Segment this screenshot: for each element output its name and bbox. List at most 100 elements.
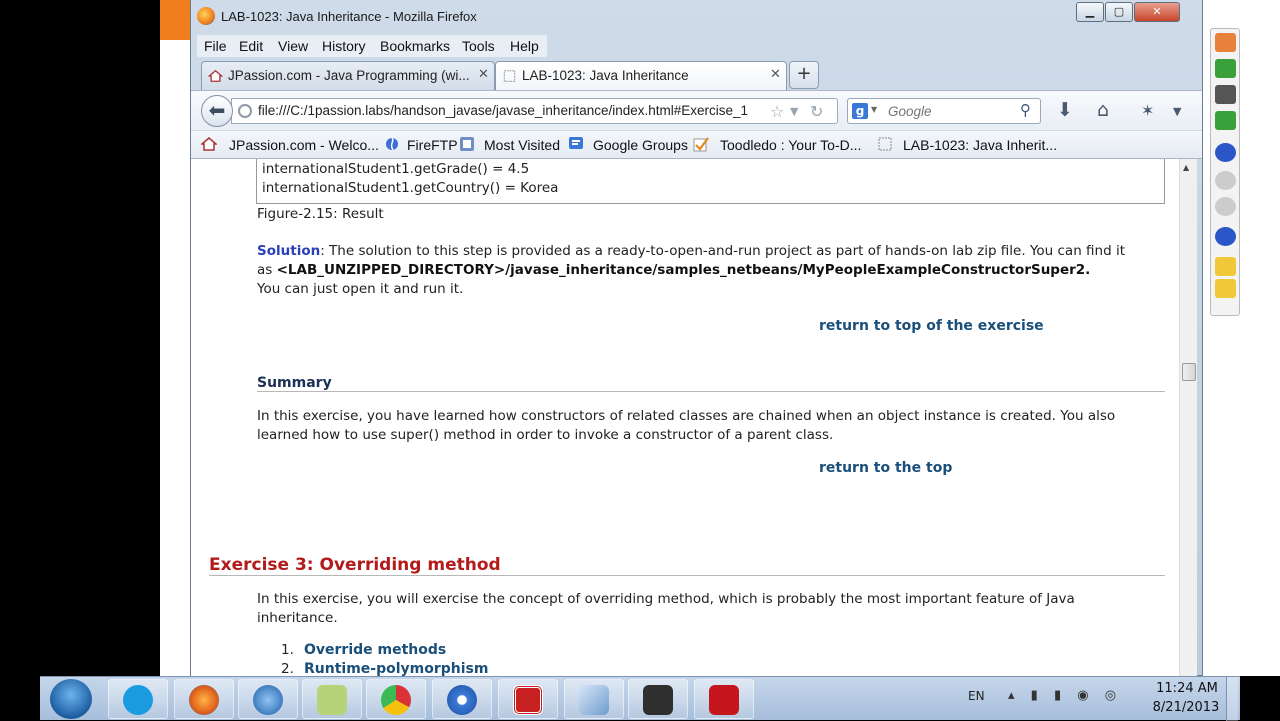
bookmark-toodledo[interactable]: Toodledo : Your To-D... bbox=[720, 137, 861, 153]
list-number: 2. bbox=[281, 661, 294, 676]
addon-icon[interactable]: ✶ bbox=[1141, 101, 1154, 120]
flower-app[interactable] bbox=[432, 679, 492, 719]
menu-icon[interactable]: ▼ bbox=[1173, 105, 1181, 118]
scrollbar-thumb[interactable] bbox=[1182, 363, 1196, 381]
close-button[interactable]: ✕ bbox=[1134, 2, 1180, 22]
notes-app[interactable] bbox=[302, 679, 362, 719]
thunderbird-app[interactable] bbox=[238, 679, 298, 719]
exercise3-paragraph: In this exercise, you will exercise the … bbox=[257, 590, 1167, 628]
back-arrow-icon[interactable] bbox=[1215, 33, 1236, 52]
star-icon[interactable]: ☆ bbox=[770, 102, 784, 121]
search-icon[interactable]: ⚲ bbox=[1020, 101, 1031, 119]
acrobat-app[interactable] bbox=[694, 679, 754, 719]
screen-icon[interactable] bbox=[1215, 111, 1236, 130]
figure-caption: Figure-2.15: Result bbox=[257, 206, 384, 222]
red-app[interactable] bbox=[498, 679, 558, 719]
tab-label: LAB-1023: Java Inheritance bbox=[522, 68, 689, 83]
divider bbox=[209, 575, 1165, 576]
bookmark-fireftp[interactable]: FireFTP bbox=[407, 137, 458, 153]
home-icon[interactable]: ⌂ bbox=[1097, 99, 1109, 121]
search-dropdown-icon[interactable]: ▼ bbox=[871, 105, 877, 114]
skype-icon bbox=[123, 685, 153, 715]
google-groups-icon bbox=[569, 137, 583, 149]
menu-edit[interactable]: Edit bbox=[239, 38, 263, 54]
code-line: internationalStudent1.getCountry() = Kor… bbox=[262, 180, 559, 196]
return-to-exercise-link[interactable]: return to top of the exercise bbox=[819, 318, 1044, 334]
house-icon bbox=[208, 69, 223, 82]
search-bar[interactable]: g ▼ ⚲ bbox=[847, 98, 1041, 124]
google-icon[interactable]: g bbox=[852, 103, 868, 119]
url-text[interactable]: file:///C:/1passion.labs/handson_javase/… bbox=[258, 103, 748, 118]
clock-time[interactable]: 11:24 AM bbox=[1152, 681, 1222, 696]
result-box: internationalStudent1.getGrade() = 4.5 i… bbox=[256, 159, 1165, 204]
title-bar[interactable]: LAB-1023: Java Inheritance - Mozilla Fir… bbox=[191, 0, 1202, 34]
tab-close-icon[interactable]: ✕ bbox=[770, 67, 781, 82]
tab-close-icon[interactable]: ✕ bbox=[478, 67, 489, 82]
usb-app[interactable] bbox=[628, 679, 688, 719]
solution-as: as bbox=[257, 262, 277, 278]
pause-icon[interactable] bbox=[1215, 143, 1236, 162]
solution-path: <LAB_UNZIPPED_DIRECTORY>/javase_inherita… bbox=[276, 262, 1091, 278]
vertical-scrollbar[interactable]: ▲ bbox=[1179, 159, 1197, 676]
navigation-bar: file:///C:/1passion.labs/handson_javase/… bbox=[191, 90, 1202, 130]
minimize-button[interactable]: ▁ bbox=[1076, 2, 1104, 22]
new-tab-button[interactable]: + bbox=[789, 61, 819, 89]
solution-text-2: You can just open it and run it. bbox=[257, 281, 464, 297]
url-bar[interactable]: file:///C:/1passion.labs/handson_javase/… bbox=[231, 98, 838, 124]
cube-icon bbox=[579, 685, 609, 715]
exercise3-text: inheritance. bbox=[257, 610, 338, 626]
dropdown-icon[interactable]: ▼ bbox=[790, 105, 798, 118]
hand-icon[interactable] bbox=[1215, 257, 1236, 276]
help-icon[interactable] bbox=[1215, 279, 1236, 298]
tab-label: JPassion.com - Java Programming (wi... bbox=[228, 68, 470, 83]
override-methods-link[interactable]: Override methods bbox=[304, 642, 446, 658]
menu-history[interactable]: History bbox=[322, 38, 366, 54]
bookmarks-toolbar: JPassion.com - Welco... FireFTP Most Vis… bbox=[191, 131, 1202, 159]
search-input[interactable] bbox=[888, 102, 1018, 120]
bookmark-lab1023[interactable]: LAB-1023: Java Inherit... bbox=[903, 137, 1057, 153]
globe-icon bbox=[238, 104, 252, 118]
bookmark-jpassion[interactable]: JPassion.com - Welco... bbox=[229, 137, 379, 153]
camera-icon[interactable] bbox=[1215, 85, 1236, 104]
firefox-window: LAB-1023: Java Inheritance - Mozilla Fir… bbox=[190, 0, 1203, 676]
download-icon[interactable]: ⬇ bbox=[1057, 99, 1073, 121]
tab-lab1023[interactable]: LAB-1023: Java Inheritance ✕ bbox=[495, 61, 787, 90]
menu-view[interactable]: View bbox=[278, 38, 308, 54]
pen-icon[interactable] bbox=[1215, 227, 1236, 246]
menu-help[interactable]: Help bbox=[510, 38, 539, 54]
runtime-polymorphism-link[interactable]: Runtime-polymorphism bbox=[304, 661, 488, 676]
checkbox-icon bbox=[693, 137, 709, 152]
reload-icon[interactable]: ↻ bbox=[810, 102, 823, 121]
delete-icon[interactable] bbox=[1215, 197, 1236, 216]
summary-heading: Summary bbox=[257, 375, 332, 391]
flower-icon bbox=[447, 685, 477, 715]
show-desktop-button[interactable] bbox=[1226, 677, 1238, 721]
clock-date[interactable]: 8/21/2013 bbox=[1148, 700, 1224, 715]
menu-file[interactable]: File bbox=[204, 38, 227, 54]
skype-app[interactable] bbox=[108, 679, 168, 719]
virtualbox-app[interactable] bbox=[564, 679, 624, 719]
divider bbox=[257, 391, 1165, 392]
menu-tools[interactable]: Tools bbox=[462, 38, 495, 54]
tab-strip: JPassion.com - Java Programming (wi... ✕… bbox=[191, 60, 1202, 90]
solution-paragraph: Solution: The solution to this step is p… bbox=[257, 242, 1167, 299]
language-indicator[interactable]: EN bbox=[968, 689, 985, 703]
firefox-icon[interactable] bbox=[197, 7, 215, 25]
notes-icon bbox=[317, 685, 347, 715]
bookmark-most-visited[interactable]: Most Visited bbox=[484, 137, 560, 153]
start-button[interactable] bbox=[50, 679, 92, 719]
tray-icons[interactable]: ▴ ▮ ▮ ◉ ◎ bbox=[1008, 688, 1122, 703]
solution-text: : The solution to this step is provided … bbox=[320, 243, 1126, 259]
firefox-app[interactable] bbox=[174, 679, 234, 719]
microphone-icon[interactable] bbox=[1215, 59, 1236, 78]
tab-jpassion[interactable]: JPassion.com - Java Programming (wi... ✕ bbox=[201, 61, 495, 90]
menu-bookmarks[interactable]: Bookmarks bbox=[380, 38, 450, 54]
bookmark-google-groups[interactable]: Google Groups bbox=[593, 137, 688, 153]
maximize-button[interactable]: ▢ bbox=[1105, 2, 1133, 22]
stop-icon[interactable] bbox=[1215, 171, 1236, 190]
scroll-up-arrow[interactable]: ▲ bbox=[1183, 163, 1189, 172]
house-icon bbox=[201, 137, 217, 151]
chrome-app[interactable] bbox=[366, 679, 426, 719]
return-to-top-link[interactable]: return to the top bbox=[819, 460, 952, 476]
back-button[interactable]: ⬅ bbox=[201, 95, 233, 127]
